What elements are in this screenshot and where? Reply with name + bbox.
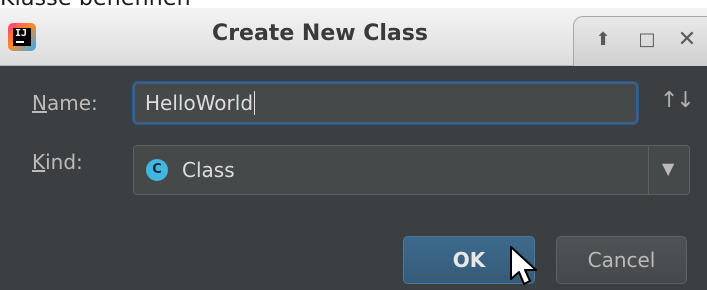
kind-label: Kind: xyxy=(32,150,83,174)
sort-arrows-icon[interactable]: ↑↓ xyxy=(660,88,695,113)
class-name-input[interactable]: HelloWorld xyxy=(133,82,638,124)
create-new-class-dialog: IJ Create New Class ⬆ □ ✕ Name: HelloWor… xyxy=(0,8,707,290)
arrow-up-icon[interactable]: ⬆ xyxy=(590,27,616,53)
dropdown-divider xyxy=(648,146,649,194)
close-icon[interactable]: ✕ xyxy=(674,27,700,53)
dialog-title: Create New Class xyxy=(212,21,428,46)
kind-selected-value: Class xyxy=(182,158,235,182)
maximize-icon[interactable]: □ xyxy=(634,27,660,53)
kind-label-mnemonic: K xyxy=(32,150,46,174)
name-label-text: ame: xyxy=(46,91,98,115)
title-bar[interactable]: IJ Create New Class ⬆ □ ✕ xyxy=(0,8,707,66)
class-name-value: HelloWorld xyxy=(145,91,254,115)
window-controls: ⬆ □ ✕ xyxy=(573,16,707,66)
kind-dropdown[interactable]: C Class ▼ xyxy=(133,145,690,195)
class-icon: C xyxy=(146,159,168,181)
chevron-down-icon[interactable]: ▼ xyxy=(662,159,674,178)
cancel-button[interactable]: Cancel xyxy=(556,236,687,284)
screen: Klasse benennen IJ Create New Class ⬆ □ … xyxy=(0,0,707,290)
text-caret xyxy=(254,91,256,115)
name-label: Name: xyxy=(32,91,98,115)
name-label-mnemonic: N xyxy=(32,91,47,115)
kind-label-text: ind: xyxy=(45,150,83,174)
mouse-pointer-icon xyxy=(510,246,537,285)
